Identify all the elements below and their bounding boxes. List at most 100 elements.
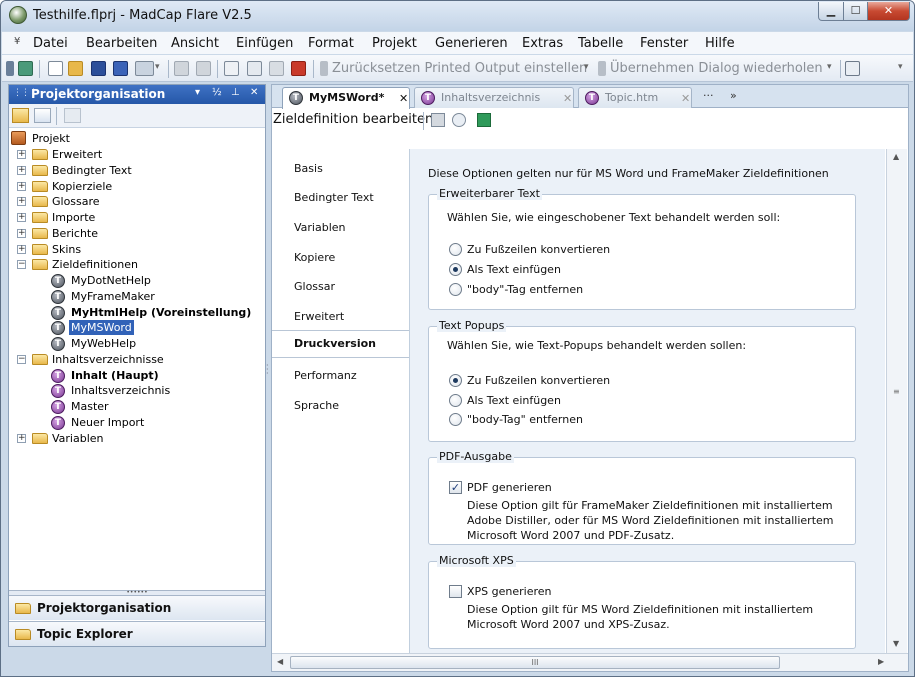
- structure2-icon[interactable]: [196, 61, 211, 76]
- horizontal-scrollbar[interactable]: ◀ III ▶: [272, 653, 908, 671]
- radio-als-text[interactable]: [449, 394, 462, 407]
- radio-fusszeilen[interactable]: [449, 243, 462, 256]
- preview-icon[interactable]: [452, 113, 466, 127]
- tab-mymsword[interactable]: T MyMSWord* ✕: [282, 87, 410, 109]
- nav-basis[interactable]: Basis: [294, 162, 323, 175]
- nav-druckversion[interactable]: Druckversion: [272, 330, 409, 358]
- radio-body-tag[interactable]: [449, 413, 462, 426]
- expand-icon[interactable]: +: [17, 213, 26, 222]
- expand-icon[interactable]: +: [17, 166, 26, 175]
- expand-icon[interactable]: +: [17, 150, 26, 159]
- scroll-left-icon[interactable]: ◀: [277, 657, 283, 666]
- editor-title: Zieldefinition bearbeiten: [273, 112, 434, 127]
- menu-datei[interactable]: Datei: [33, 36, 68, 51]
- tab-more-icon[interactable]: ···: [703, 89, 714, 102]
- expand-icon[interactable]: +: [17, 245, 26, 254]
- redo-dropdown-arrow-icon[interactable]: ▾: [827, 62, 832, 72]
- pane-split-icon[interactable]: ½: [212, 87, 222, 98]
- menu-einfuegen[interactable]: Einfügen: [236, 36, 293, 51]
- copy-icon[interactable]: [247, 61, 262, 76]
- new-icon[interactable]: [48, 61, 63, 76]
- redo-button[interactable]: Übernehmen Dialog: [610, 61, 740, 76]
- save-icon[interactable]: [91, 61, 106, 76]
- new-item-icon[interactable]: [64, 108, 81, 123]
- nav-bedingter-text[interactable]: Bedingter Text: [294, 191, 374, 204]
- save-all-icon[interactable]: [113, 61, 128, 76]
- vertical-scrollbar[interactable]: ▲ ≡ ▼: [886, 149, 907, 653]
- open-icon[interactable]: [68, 61, 83, 76]
- menu-format[interactable]: Format: [308, 36, 354, 51]
- view-dropdown-arrow-icon[interactable]: ▾: [155, 62, 160, 72]
- repeat-button[interactable]: wiederholen: [743, 61, 823, 76]
- pane-menu-icon[interactable]: ▾: [195, 87, 200, 98]
- pane-close-icon[interactable]: ✕: [250, 87, 258, 98]
- open-project-icon[interactable]: [18, 61, 33, 76]
- toolbar-overflow-arrow-icon[interactable]: ▾: [898, 62, 903, 72]
- menu-fenster[interactable]: Fenster: [640, 36, 688, 51]
- radio-als-text[interactable]: [449, 263, 462, 276]
- collapse-icon[interactable]: −: [17, 260, 26, 269]
- target-icon: T: [51, 337, 65, 351]
- radio-body-tag[interactable]: [449, 283, 462, 296]
- close-button[interactable]: ✕: [867, 2, 910, 21]
- tab-close-icon[interactable]: ✕: [399, 92, 408, 105]
- paste-icon[interactable]: [269, 61, 284, 76]
- properties-icon[interactable]: [845, 61, 860, 76]
- nav-glossar[interactable]: Glossar: [294, 280, 335, 293]
- menu-extras[interactable]: Extras: [522, 36, 563, 51]
- bottom-tab-projektorganisation[interactable]: Projektorganisation: [9, 595, 265, 620]
- folder-view-icon[interactable]: [12, 108, 29, 123]
- document-area: T MyMSWord* ✕ T Inhaltsverzeichnis ✕ T T…: [271, 84, 909, 672]
- tab-overflow-icon[interactable]: »: [730, 89, 737, 102]
- nav-erweitert[interactable]: Erweitert: [294, 310, 344, 323]
- radio-fusszeilen[interactable]: [449, 374, 462, 387]
- menu-ansicht[interactable]: Ansicht: [171, 36, 219, 51]
- list-view-icon[interactable]: [34, 108, 51, 123]
- nav-performanz[interactable]: Performanz: [294, 369, 357, 382]
- pdf-checkbox[interactable]: ✓: [449, 481, 462, 494]
- build-icon[interactable]: [431, 113, 445, 127]
- cut-icon[interactable]: [224, 61, 239, 76]
- minimize-button[interactable]: ▁: [818, 2, 844, 21]
- menu-grip-icon[interactable]: ¥: [14, 36, 20, 47]
- redo-icon[interactable]: [598, 61, 606, 76]
- menu-bearbeiten[interactable]: Bearbeiten: [86, 36, 157, 51]
- menu-projekt[interactable]: Projekt: [372, 36, 417, 51]
- publish-icon[interactable]: [477, 113, 491, 127]
- madcap-flare-icon[interactable]: [9, 6, 27, 24]
- expand-icon[interactable]: +: [17, 197, 26, 206]
- menu-hilfe[interactable]: Hilfe: [705, 36, 735, 51]
- nav-variablen[interactable]: Variablen: [294, 221, 346, 234]
- menu-tabelle[interactable]: Tabelle: [578, 36, 623, 51]
- pane-pin-icon[interactable]: ⊥: [231, 87, 240, 98]
- vertical-splitter[interactable]: · · ·: [266, 362, 270, 378]
- nav-sprache[interactable]: Sprache: [294, 399, 339, 412]
- expand-icon[interactable]: +: [17, 182, 26, 191]
- delete-icon[interactable]: [291, 61, 306, 76]
- menu-generieren[interactable]: Generieren: [435, 36, 508, 51]
- folder-icon: [32, 165, 48, 176]
- tab-topic-htm[interactable]: T Topic.htm ✕: [578, 87, 692, 108]
- maximize-button[interactable]: ☐: [843, 2, 868, 21]
- horizontal-scroll-thumb[interactable]: III: [290, 656, 780, 669]
- view-icon[interactable]: [135, 61, 154, 76]
- tab-close-icon[interactable]: ✕: [563, 92, 572, 105]
- undo-button[interactable]: Zurücksetzen Printed Output einstellen: [332, 61, 587, 76]
- tab-close-icon[interactable]: ✕: [681, 92, 690, 105]
- expand-icon[interactable]: +: [17, 229, 26, 238]
- expand-icon[interactable]: +: [17, 434, 26, 443]
- scroll-grip-icon[interactable]: ≡: [893, 387, 900, 396]
- bottom-tab-topic-explorer[interactable]: Topic Explorer: [9, 621, 265, 646]
- xps-checkbox[interactable]: [449, 585, 462, 598]
- undo-dropdown-arrow-icon[interactable]: ▾: [584, 62, 589, 72]
- structure-icon[interactable]: [174, 61, 189, 76]
- scroll-up-icon[interactable]: ▲: [893, 152, 899, 161]
- scroll-down-icon[interactable]: ▼: [893, 639, 899, 648]
- tab-inhaltsverzeichnis[interactable]: T Inhaltsverzeichnis ✕: [414, 87, 574, 108]
- undo-icon[interactable]: [320, 61, 328, 76]
- tree-node-label: MyWebHelp: [71, 337, 137, 350]
- scroll-right-icon[interactable]: ▶: [878, 657, 884, 666]
- radio-label: Als Text einfügen: [467, 394, 561, 407]
- nav-kopiere[interactable]: Kopiere: [294, 251, 335, 264]
- collapse-icon[interactable]: −: [17, 355, 26, 364]
